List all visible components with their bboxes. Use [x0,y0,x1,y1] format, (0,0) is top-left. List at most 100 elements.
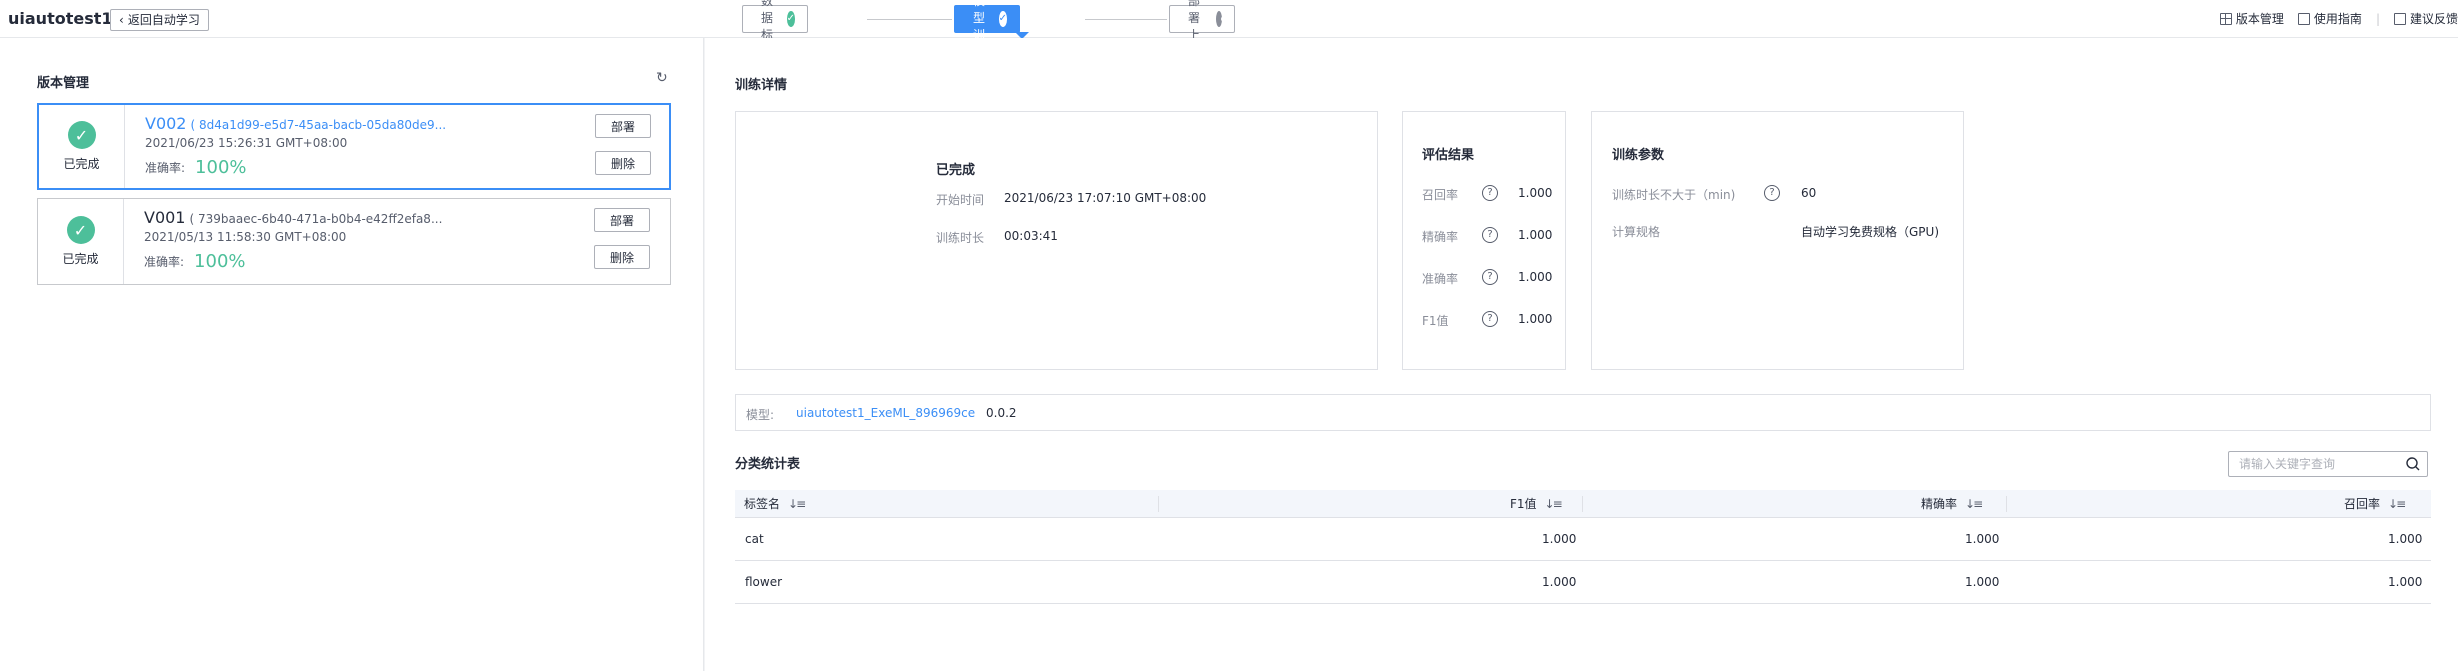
delete-button[interactable]: 删除 [594,245,650,269]
version-accuracy: 准确率: 100% [144,251,246,272]
model-link[interactable]: uiautotest1_ExeML_896969ce [796,406,975,420]
start-time-value: 2021/06/23 17:07:10 GMT+08:00 [1004,191,1207,205]
table-row: cat 1.000 1.000 1.000 [735,518,2431,561]
cell-precision: 1.000 [1965,575,2000,589]
accuracy-value: 100% [194,251,246,272]
recall-label: 召回率 [1422,188,1459,202]
column-label: 标签名 [744,497,781,511]
column-header-label[interactable]: 标签名 ↓≡ [744,490,806,518]
cell-label: flower [745,575,783,589]
column-label: 精确率 [1921,497,1958,511]
sort-icon[interactable]: ↓≡ [1965,490,1983,518]
step-model-training[interactable]: 2 模型训练 ✓ [954,0,1020,59]
column-divider [1158,496,1159,512]
step-connector [867,19,952,20]
check-icon: ✓ [998,11,1007,27]
summary-box: 已完成 开始时间 2021/06/23 17:07:10 GMT+08:00 训… [735,111,1378,370]
table-header: 标签名 ↓≡ F1值 ↓≡ 精确率 ↓≡ 召回率 ↓≡ [735,490,2431,518]
search-input[interactable] [2229,452,2399,476]
column-header-precision[interactable]: 精确率 ↓≡ [1921,490,1983,518]
version-name: V001 [144,208,186,227]
help-icon[interactable]: ? [1482,227,1498,243]
sort-icon[interactable]: ↓≡ [788,490,806,518]
column-divider [2006,496,2007,512]
edit-icon [2393,12,2406,25]
delete-button[interactable]: 删除 [595,151,651,175]
accuracy-value: 100% [195,157,247,178]
check-icon: ✓ [786,11,795,27]
chevron-left-icon: ‹ [119,13,124,27]
deploy-button[interactable]: 部署 [594,208,650,232]
version-card-v001[interactable]: ✓ 已完成 V001 ( 739baaec-6b40-471a-b0b4-e42… [37,198,671,285]
help-icon[interactable]: ? [1482,185,1498,201]
sort-icon[interactable]: ↓≡ [1545,490,1563,518]
accuracy-label: 准确率: [145,161,186,175]
divider: | [2375,11,2380,26]
column-header-f1[interactable]: F1值 ↓≡ [1510,490,1563,518]
version-status: ✓ 已完成 [38,199,124,284]
deploy-button[interactable]: 部署 [595,114,651,138]
cell-f1: 1.000 [1542,532,1577,546]
duration-limit-label: 训练时长不大于（min) [1612,188,1736,202]
version-panel: 版本管理 ↻ ✓ 已完成 V002 ( 8d4a1d99-e5d7-45aa-b… [0,38,704,671]
compute-spec-label: 计算规格 [1612,225,1661,239]
section-title: 训练详情 [735,78,788,93]
help-icon[interactable]: ? [1764,185,1780,201]
table-row: flower 1.000 1.000 1.000 [735,561,2431,604]
cell-recall: 1.000 [2388,532,2423,546]
params-box: 训练参数 训练时长不大于（min) ? 60 计算规格 自动学习免费规格（GPU… [1591,111,1964,370]
search-box [2228,451,2428,477]
duration-value: 00:03:41 [1004,229,1058,243]
sort-icon[interactable]: ↓≡ [2388,490,2406,518]
eval-title: 评估结果 [1422,148,1475,163]
back-button-label: 返回自动学习 [127,13,200,27]
duration-label: 训练时长 [936,231,985,245]
model-version: 0.0.2 [986,406,1017,420]
guide-label: 使用指南 [2313,12,2362,26]
cell-f1: 1.000 [1542,575,1577,589]
version-heading: V002 ( 8d4a1d99-e5d7-45aa-bacb-05da80de9… [145,114,446,133]
feedback-link[interactable]: 建议反馈 [2393,10,2458,27]
column-header-recall[interactable]: 召回率 ↓≡ [2344,490,2406,518]
check-circle-icon: ✓ [66,216,95,244]
column-label: F1值 [1510,497,1537,511]
version-heading: V001 ( 739baaec-6b40-471a-b0b4-e42ff2efa… [144,208,442,227]
compute-spec-value: 自动学习免费规格（GPU) [1801,225,1940,239]
refresh-icon[interactable]: ↻ [656,71,670,85]
version-mgmt-link[interactable]: 版本管理 [2219,10,2284,27]
f1-label: F1值 [1422,314,1449,328]
search-icon[interactable] [2405,456,2421,472]
accuracy-label: 准确率: [144,255,185,269]
accuracy-value: 1.000 [1518,270,1553,284]
version-time: 2021/06/23 15:26:31 GMT+08:00 [145,136,348,150]
version-name: V002 [145,114,187,133]
back-button[interactable]: ‹ 返回自动学习 [110,9,209,31]
guide-link[interactable]: 使用指南 [2297,10,2362,27]
version-mgmt-label: 版本管理 [2235,12,2284,26]
help-icon[interactable]: ? [1482,269,1498,285]
cell-label: cat [745,532,764,546]
start-time-label: 开始时间 [936,193,985,207]
cell-recall: 1.000 [2388,575,2423,589]
version-id: ( 8d4a1d99-e5d7-45aa-bacb-05da80de9... [190,118,447,132]
app-title: uiautotest1 [8,9,113,28]
feedback-label: 建议反馈 [2409,12,2458,26]
panel-title: 版本管理 [37,76,90,91]
help-icon[interactable]: ? [1482,311,1498,327]
step-deploy[interactable]: 3 部署上线 [1169,0,1235,59]
pending-icon [1216,11,1227,27]
duration-limit-value: 60 [1801,186,1817,200]
version-status: ✓ 已完成 [39,105,125,188]
status-text: 已完成 [62,252,99,266]
version-id: ( 739baaec-6b40-471a-b0b4-e42ff2efa8... [189,212,443,226]
params-title: 训练参数 [1612,148,1665,163]
training-status: 已完成 [936,163,976,178]
status-text: 已完成 [63,157,100,171]
precision-label: 精确率 [1422,230,1459,244]
version-card-v002[interactable]: ✓ 已完成 V002 ( 8d4a1d99-e5d7-45aa-bacb-05d… [37,103,671,190]
step-data-labeling[interactable]: 1 数据标注 ✓ [742,0,808,59]
top-bar: uiautotest1 ‹ 返回自动学习 1 数据标注 ✓ 2 模型训练 ✓ 3… [0,0,2458,59]
training-details: 训练详情 已完成 开始时间 2021/06/23 17:07:10 GMT+08… [705,38,2458,671]
version-time: 2021/05/13 11:58:30 GMT+08:00 [144,230,347,244]
grid-icon [2219,12,2232,25]
